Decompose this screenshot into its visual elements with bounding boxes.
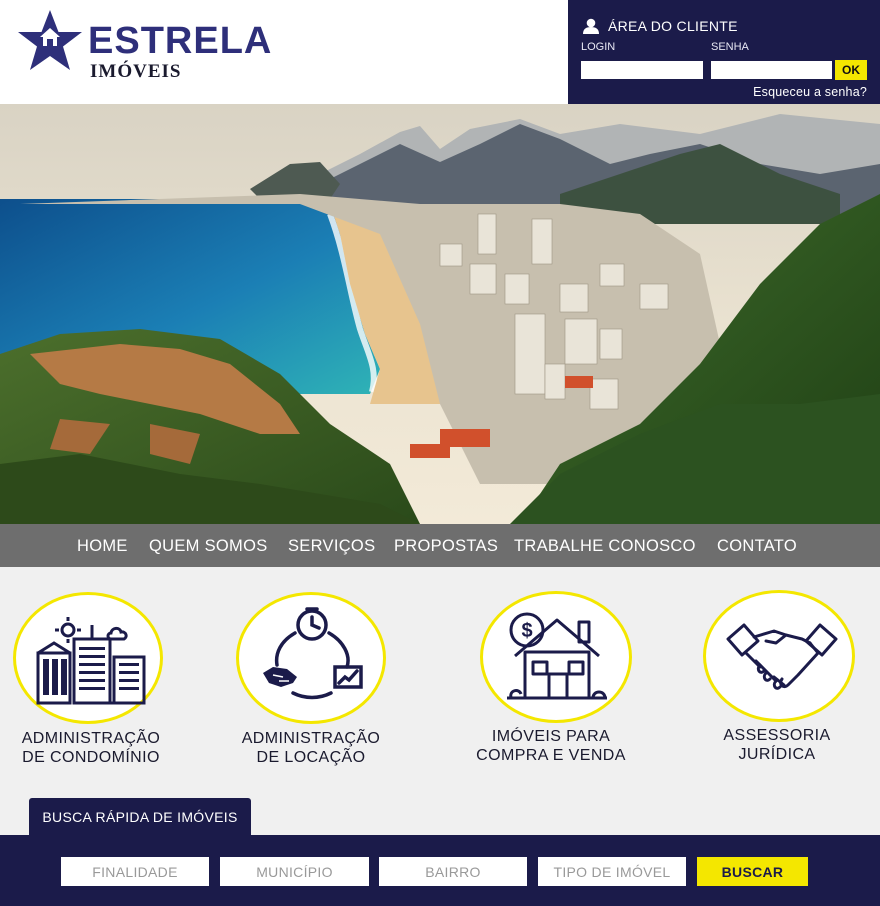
service-condominio-label: ADMINISTRAÇÃO DE CONDOMÍNIO <box>21 730 161 766</box>
nav-item-home[interactable]: HOME <box>77 537 128 556</box>
tipo-imovel-select[interactable]: TIPO DE IMÓVEL <box>538 857 686 886</box>
brand-name: ESTRELA <box>88 20 273 62</box>
services-section: ADMINISTRAÇÃO DE CONDOMÍNIO ADMINISTRAÇÃO… <box>0 567 880 835</box>
quick-search-tab[interactable]: BUSCA RÁPIDA DE IMÓVEIS <box>29 798 251 835</box>
municipio-select[interactable]: MUNICÍPIO <box>220 857 369 886</box>
hero-image <box>0 104 880 524</box>
svg-text:$: $ <box>521 620 532 642</box>
brand-subtitle: IMÓVEIS <box>90 61 182 82</box>
client-area-heading: ÁREA DO CLIENTE <box>582 18 738 34</box>
quick-search-bar: FINALIDADE MUNICÍPIO BAIRRO TIPO DE IMÓV… <box>0 835 880 906</box>
house-dollar-icon: $ <box>507 612 607 700</box>
service-juridica-label: ASSESSORIA JURÍDICA <box>723 727 831 763</box>
client-area-title: ÁREA DO CLIENTE <box>608 18 738 34</box>
main-navigation: HOME QUEM SOMOS SERVIÇOS PROPOSTAS TRABA… <box>0 524 880 567</box>
header: ESTRELA IMÓVEIS ÁREA DO CLIENTE LOGIN SE… <box>0 0 880 104</box>
service-compra-venda-card[interactable]: $ <box>480 591 632 723</box>
login-input[interactable] <box>581 61 703 79</box>
password-label: SENHA <box>711 41 749 53</box>
buildings-icon <box>36 617 146 705</box>
star-house-icon <box>18 10 82 70</box>
search-button[interactable]: BUSCAR <box>697 857 808 886</box>
city-beach-mountains-photo <box>0 104 880 524</box>
nav-item-trabalhe-conosco[interactable]: TRABALHE CONOSCO <box>514 537 696 556</box>
forgot-password-link[interactable]: Esqueceu a senha? <box>753 85 867 99</box>
handshake-icon <box>726 623 838 690</box>
login-ok-button[interactable]: OK <box>835 60 867 80</box>
finalidade-select[interactable]: FINALIDADE <box>61 857 209 886</box>
nav-item-propostas[interactable]: PROPOSTAS <box>394 537 498 556</box>
password-input[interactable] <box>711 61 832 79</box>
login-label: LOGIN <box>581 41 616 53</box>
user-icon <box>583 18 599 34</box>
nav-item-quem-somos[interactable]: QUEM SOMOS <box>149 537 268 556</box>
service-locacao-card[interactable] <box>236 592 386 724</box>
brand-logo[interactable]: ESTRELA IMÓVEIS <box>14 8 294 88</box>
rental-cycle-icon <box>263 607 363 700</box>
bairro-select[interactable]: BAIRRO <box>379 857 527 886</box>
nav-item-contato[interactable]: CONTATO <box>717 537 797 556</box>
client-login-panel: ÁREA DO CLIENTE LOGIN SENHA OK Esqueceu … <box>568 0 880 104</box>
service-compra-venda-label: IMÓVEIS PARA COMPRA E VENDA <box>476 728 626 764</box>
service-locacao-label: ADMINISTRAÇÃO DE LOCAÇÃO <box>241 730 381 766</box>
nav-item-servicos[interactable]: SERVIÇOS <box>288 537 375 556</box>
service-condominio-card[interactable] <box>13 592 163 724</box>
service-juridica-card[interactable] <box>703 590 855 722</box>
